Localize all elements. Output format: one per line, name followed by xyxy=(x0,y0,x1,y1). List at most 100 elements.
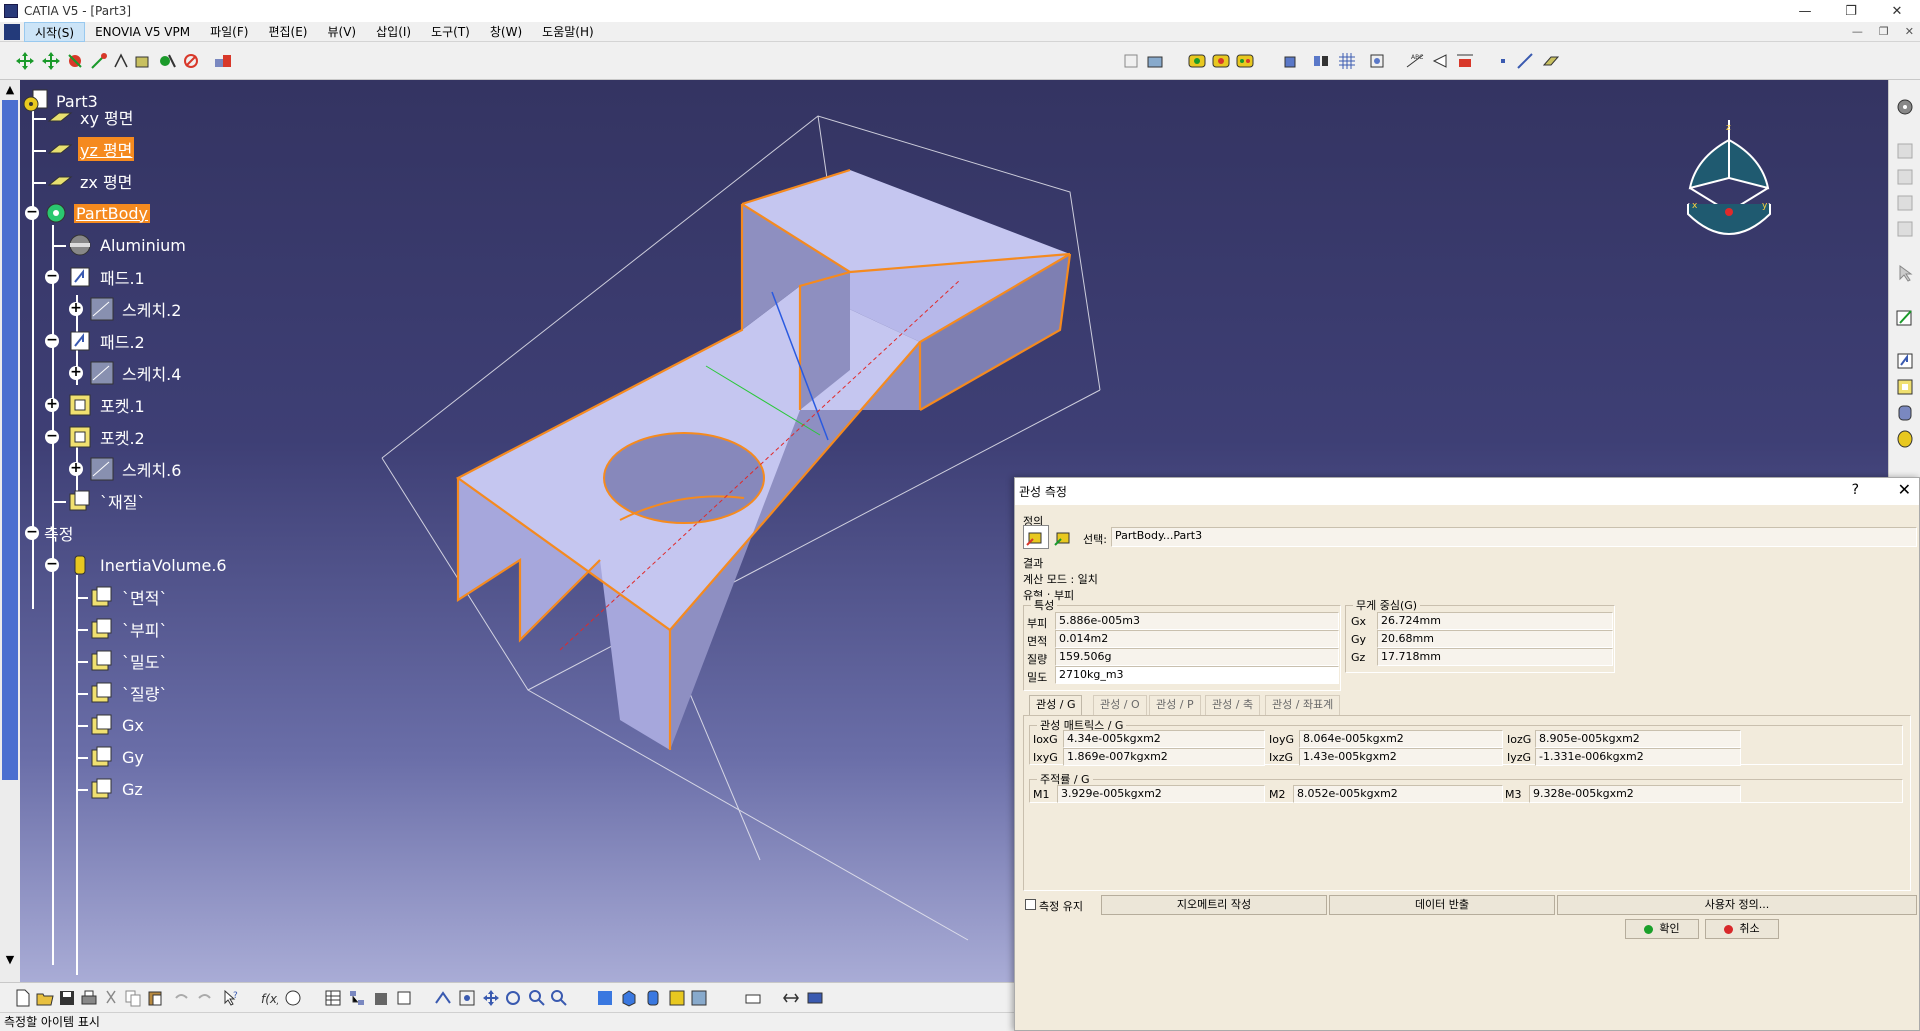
layer-icon[interactable] xyxy=(1120,50,1142,72)
annotation-icon[interactable] xyxy=(1430,50,1452,72)
catalog-browser-icon[interactable] xyxy=(370,987,392,1009)
m3-field[interactable]: 9.328e-005kgxm2 xyxy=(1529,785,1741,803)
iozg-field[interactable]: 8.905e-005kgxm2 xyxy=(1535,730,1741,748)
tree-material-param[interactable]: `재질` xyxy=(66,487,147,515)
density-field[interactable]: 2710kg_m3 xyxy=(1055,666,1339,684)
tree-zx-plane[interactable]: zx 평면 xyxy=(46,167,134,195)
ixzg-field[interactable]: 1.43e-005kgxm2 xyxy=(1299,748,1503,766)
collapse-inertia-toggle[interactable]: − xyxy=(45,557,59,572)
rotate-icon[interactable] xyxy=(502,987,524,1009)
measure-tool-icon[interactable] xyxy=(742,987,764,1009)
tree-param-mass[interactable]: `질량` xyxy=(88,679,169,707)
tree-param-gy[interactable]: Gy xyxy=(88,743,146,771)
keep-measure-checkbox[interactable] xyxy=(1025,899,1036,910)
help-cursor-icon[interactable]: ? xyxy=(220,987,242,1009)
m2-field[interactable]: 8.052e-005kgxm2 xyxy=(1293,785,1503,803)
measure-inertia-bottom-icon[interactable] xyxy=(804,987,826,1009)
expand-sketch2-toggle[interactable]: + xyxy=(69,301,83,316)
tree-param-area[interactable]: `면적` xyxy=(88,583,169,611)
undo-icon[interactable] xyxy=(170,987,192,1009)
tree-structure-icon[interactable] xyxy=(346,987,368,1009)
print-icon[interactable] xyxy=(78,987,100,1009)
catia-logo-icon[interactable] xyxy=(4,23,20,40)
mass-field[interactable]: 159.506g xyxy=(1055,648,1339,666)
menu-enovia[interactable]: ENOVIA V5 VPM xyxy=(85,22,200,42)
line-icon[interactable] xyxy=(1514,50,1536,72)
mdi-restore-button[interactable]: ❐ xyxy=(1879,22,1889,42)
tab-inertia-g[interactable]: 관성 / G xyxy=(1029,695,1083,715)
settings-gear-icon[interactable] xyxy=(1894,96,1916,118)
open-folder-icon[interactable] xyxy=(34,987,56,1009)
tree-param-density[interactable]: `밀도` xyxy=(88,647,169,675)
collapse-pad2-toggle[interactable]: − xyxy=(45,333,59,348)
point-icon[interactable] xyxy=(1492,50,1514,72)
collapse-pad1-toggle[interactable]: − xyxy=(45,269,59,284)
collapse-pocket2-toggle[interactable]: − xyxy=(45,429,59,444)
expand-sketch6-toggle[interactable]: + xyxy=(69,461,83,476)
tree-scrollbar[interactable]: ▲ ▼ xyxy=(0,80,20,982)
tree-measure[interactable]: 측정 xyxy=(42,519,75,547)
cut-icon[interactable] xyxy=(100,987,122,1009)
tree-param-gx[interactable]: Gx xyxy=(88,711,146,739)
sketch-tool-3-icon[interactable] xyxy=(1894,192,1916,214)
zoom-in-icon[interactable] xyxy=(526,987,548,1009)
create-geometry-button[interactable]: 지오메트리 작성 xyxy=(1101,895,1327,915)
measure-inertia-icon[interactable] xyxy=(132,50,154,72)
redo-icon[interactable] xyxy=(194,987,216,1009)
copy-icon[interactable] xyxy=(122,987,144,1009)
close-window-button[interactable]: ✕ xyxy=(1874,0,1920,22)
render-icon[interactable] xyxy=(1186,50,1208,72)
apply-material-icon[interactable] xyxy=(780,987,802,1009)
menu-view[interactable]: 뷰(V) xyxy=(317,22,366,42)
measure-item-icon[interactable] xyxy=(110,50,132,72)
menu-help[interactable]: 도움말(H) xyxy=(532,22,604,42)
gx-field[interactable]: 26.724mm xyxy=(1377,612,1613,630)
cancel-button[interactable]: 취소 xyxy=(1705,919,1779,939)
scroll-up-arrow-icon[interactable]: ▲ xyxy=(3,83,17,97)
menu-start[interactable]: 시작(S) xyxy=(24,21,86,42)
grid-icon[interactable] xyxy=(1336,50,1358,72)
analysis-icon[interactable] xyxy=(156,50,178,72)
new-file-icon[interactable] xyxy=(12,987,34,1009)
pad-tool-icon[interactable] xyxy=(1894,350,1916,372)
zoom-out-icon[interactable] xyxy=(548,987,570,1009)
menu-insert[interactable]: 삽입(I) xyxy=(366,22,421,42)
tree-pocket1[interactable]: 포켓.1 xyxy=(66,391,147,419)
expand-pocket1-toggle[interactable]: + xyxy=(45,397,59,412)
menu-tools[interactable]: 도구(T) xyxy=(421,22,480,42)
sketcher-icon[interactable] xyxy=(1894,306,1916,328)
tree-material[interactable]: Aluminium xyxy=(66,231,188,259)
shading-icon[interactable] xyxy=(642,987,664,1009)
export-button[interactable]: 데이터 반출 xyxy=(1329,895,1555,915)
sketch-tool-2-icon[interactable] xyxy=(1894,166,1916,188)
fly-mode-icon[interactable] xyxy=(432,987,454,1009)
dimension-icon[interactable] xyxy=(1454,50,1476,72)
catalog-icon[interactable] xyxy=(212,50,234,72)
render-multi-icon[interactable] xyxy=(1234,50,1256,72)
hole-tool-icon[interactable] xyxy=(1894,428,1916,450)
check-icon[interactable] xyxy=(180,50,202,72)
tree-sketch6[interactable]: 스케치.6 xyxy=(88,455,183,483)
minimize-button[interactable]: — xyxy=(1782,0,1828,22)
iyzg-field[interactable]: -1.331e-006kgxm2 xyxy=(1535,748,1741,766)
table-icon[interactable] xyxy=(322,987,344,1009)
text-icon[interactable]: ABC xyxy=(1404,50,1426,72)
tree-param-volume[interactable]: `부피` xyxy=(88,615,169,643)
sketch-tool-4-icon[interactable] xyxy=(1894,218,1916,240)
measure-between-icon[interactable] xyxy=(88,50,110,72)
ioyg-field[interactable]: 8.064e-005kgxm2 xyxy=(1299,730,1503,748)
ioxg-field[interactable]: 4.34e-005kgxm2 xyxy=(1063,730,1265,748)
part-design-icon[interactable] xyxy=(394,987,416,1009)
paste-icon[interactable] xyxy=(144,987,166,1009)
tab-inertia-o[interactable]: 관성 / O xyxy=(1093,695,1147,715)
menu-file[interactable]: 파일(F) xyxy=(200,22,258,42)
compass-move-icon[interactable] xyxy=(14,50,36,72)
fit-all-icon[interactable] xyxy=(1366,50,1388,72)
swap-visible-icon[interactable] xyxy=(688,987,710,1009)
iso-view-icon[interactable] xyxy=(618,987,640,1009)
tree-sketch2[interactable]: 스케치.2 xyxy=(88,295,183,323)
scrollbar-thumb[interactable] xyxy=(2,100,18,780)
hide-show-bottom-icon[interactable] xyxy=(666,987,688,1009)
render-red-icon[interactable] xyxy=(1210,50,1232,72)
help-button[interactable]: ? xyxy=(1852,482,1859,498)
